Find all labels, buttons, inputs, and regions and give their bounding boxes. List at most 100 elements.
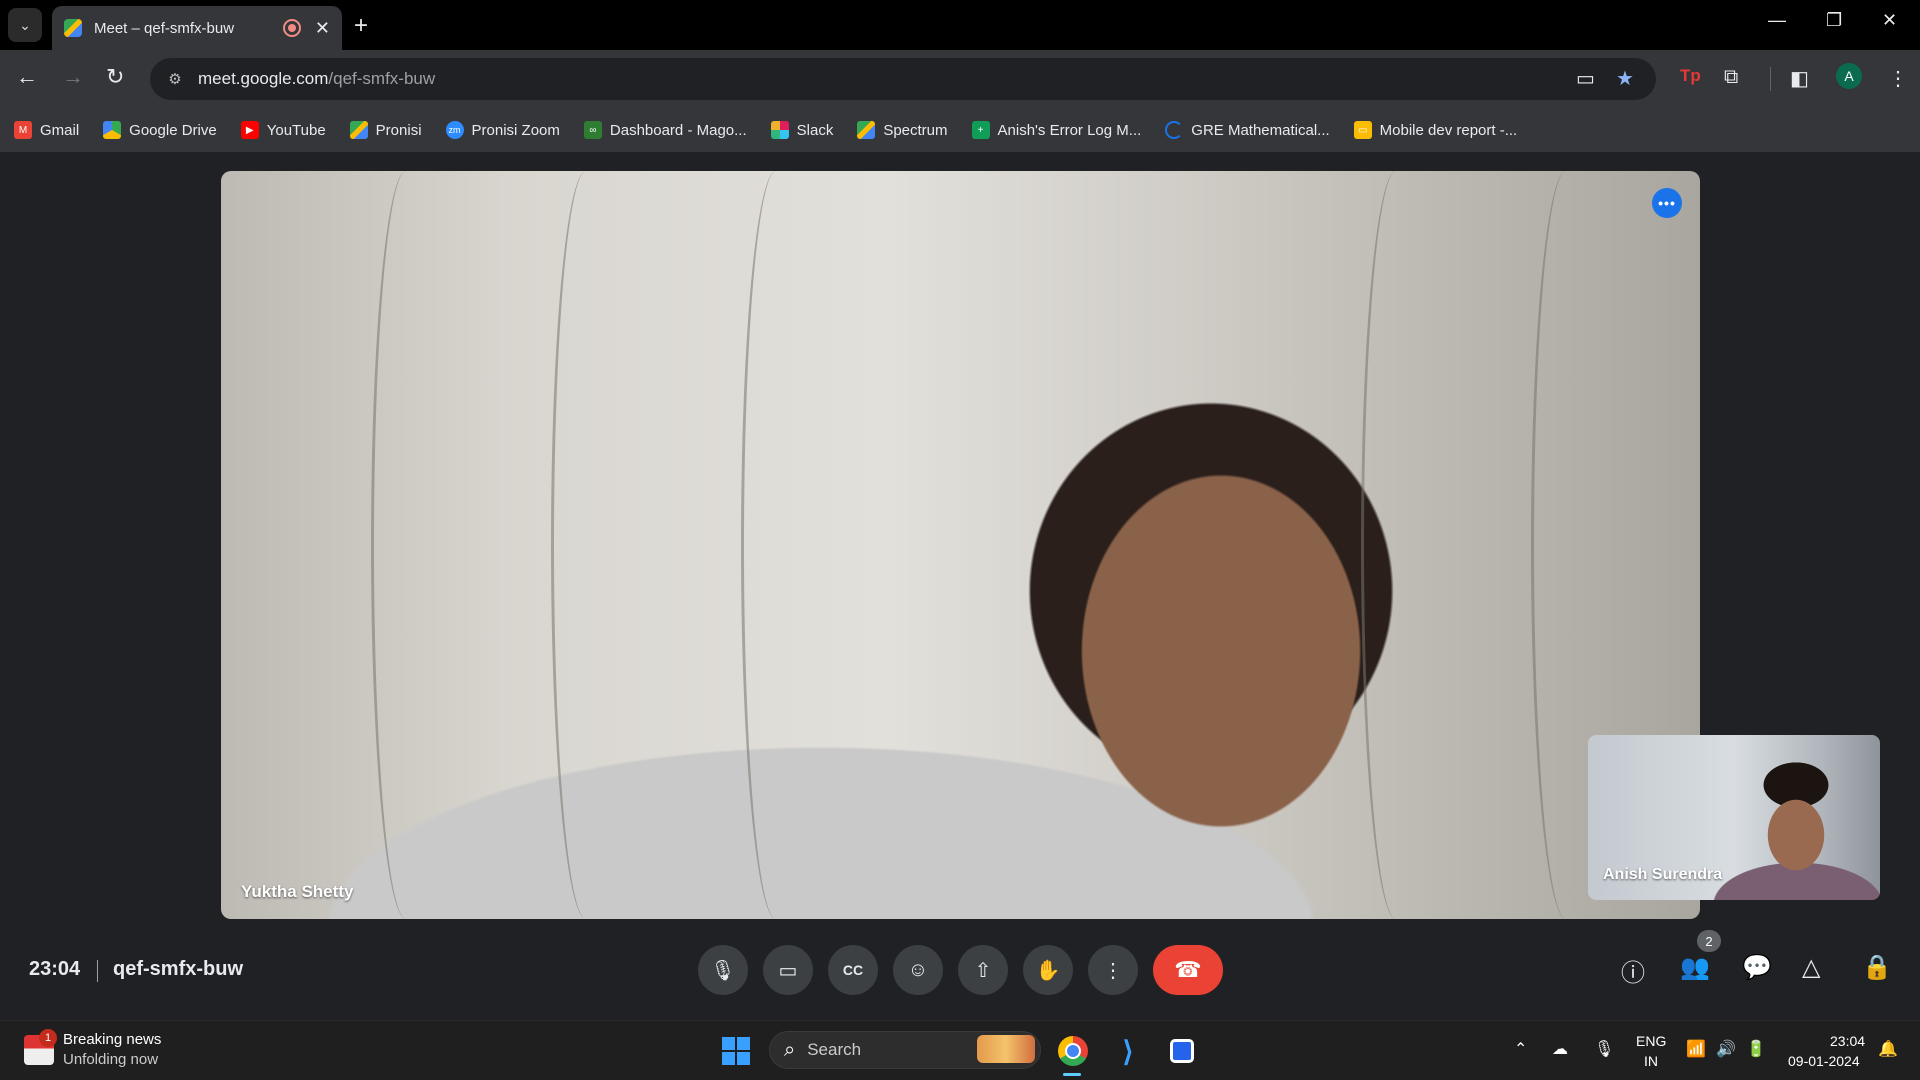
restore-icon[interactable]: ❐ (1826, 10, 1842, 31)
bookmark-youtube[interactable]: ▶ YouTube (240, 121, 326, 139)
raise-hand-button[interactable]: ✋ (1023, 945, 1073, 995)
close-tab-icon[interactable]: ✕ (315, 18, 330, 39)
chevron-down-icon: ⌄ (19, 16, 31, 33)
slack-icon (770, 121, 789, 139)
chat-button[interactable]: 💬 (1742, 953, 1772, 982)
bookmark-pronisi-zoom[interactable]: zm Pronisi Zoom (445, 121, 560, 139)
drive-icon (103, 121, 122, 139)
side-panel-icon[interactable]: ◧ (1790, 66, 1809, 91)
language-indicator[interactable]: ENG (1636, 1033, 1666, 1049)
curtain-pattern (1361, 171, 1431, 919)
minimize-icon[interactable]: — (1768, 10, 1786, 31)
windows-start-icon[interactable] (722, 1037, 750, 1065)
people-icon: 👥 (1680, 954, 1710, 981)
profile-avatar[interactable]: A (1836, 63, 1862, 89)
chat-icon: 💬 (1742, 954, 1772, 981)
taskbar-app[interactable] (1164, 1033, 1200, 1069)
address-bar[interactable]: ⚙ meet.google.com/qef-smfx-buw (150, 58, 1656, 100)
camera-in-use-icon[interactable]: ▭ (1576, 66, 1595, 91)
onedrive-icon[interactable]: ☁ (1552, 1039, 1568, 1059)
search-icon: ⌕ (784, 1038, 796, 1061)
curtain-pattern (741, 171, 811, 919)
clock-date[interactable]: 09-01-2024 (1788, 1053, 1860, 1069)
curtain-pattern (551, 171, 621, 919)
battery-icon[interactable]: 🔋 (1746, 1039, 1766, 1059)
vscode-icon: ⟩ (1122, 1035, 1134, 1067)
search-placeholder: Search (807, 1040, 862, 1059)
gmail-icon: M (14, 121, 32, 139)
tab-meet[interactable]: Meet – qef-smfx-buw ✕ (52, 6, 342, 50)
captions-button[interactable]: CC (828, 945, 878, 995)
participant-options-icon[interactable]: ••• (1652, 188, 1682, 218)
present-screen-icon: ⇧ (974, 959, 992, 982)
hand-icon: ✋ (1035, 959, 1061, 982)
site-info-icon[interactable]: ⚙ (164, 68, 186, 90)
bookmarks-bar: M Gmail Google Drive ▶ YouTube Pronisi zm P… (0, 108, 1920, 152)
search-highlight-art (977, 1035, 1035, 1063)
self-participant-name: Anish Surendra (1603, 866, 1723, 883)
bookmark-pronisi[interactable]: Pronisi (349, 121, 422, 139)
bookmark-google-drive[interactable]: Google Drive (103, 121, 217, 139)
active-app-indicator (1063, 1073, 1081, 1076)
taskbar-vscode[interactable]: ⟩ (1110, 1033, 1146, 1069)
taskbar-chrome[interactable] (1055, 1033, 1091, 1069)
meet-icon (857, 121, 876, 139)
emoji-icon: ☺ (907, 958, 929, 981)
reactions-button[interactable]: ☺ (893, 945, 943, 995)
host-controls-button[interactable]: 🔒 (1862, 953, 1892, 982)
main-participant-name: Yuktha Shetty (241, 882, 354, 901)
more-vert-icon: ⋮ (1103, 959, 1123, 982)
bookmark-star-icon[interactable]: ★ (1616, 66, 1634, 91)
more-options-button[interactable]: ⋮ (1088, 945, 1138, 995)
volume-icon[interactable]: 🔊 (1716, 1039, 1736, 1059)
window-close-icon[interactable]: ✕ (1882, 10, 1897, 31)
dashboard-icon: ∞ (583, 121, 602, 139)
bookmark-gmail[interactable]: M Gmail (14, 121, 79, 139)
activities-button[interactable]: △ (1802, 953, 1820, 982)
meet-favicon-icon (64, 19, 82, 37)
bookmark-spectrum[interactable]: Spectrum (857, 121, 948, 139)
people-button[interactable]: 👥 (1680, 953, 1710, 982)
url-path: /qef-smfx-buw (328, 69, 436, 88)
toolbar-divider (1770, 67, 1771, 91)
menu-kebab-icon[interactable]: ⋮ (1888, 66, 1908, 91)
camera-button[interactable]: ▭ (763, 945, 813, 995)
tab-title: Meet – qef-smfx-buw (94, 19, 235, 37)
show-hidden-icons-icon[interactable]: ⌃ (1514, 1039, 1527, 1059)
bookmark-mobile-dev-report[interactable]: ▭ Mobile dev report -... (1353, 121, 1517, 139)
zoom-icon: zm (445, 121, 464, 139)
clock-time[interactable]: 23:04 (1830, 1033, 1865, 1049)
youtube-icon: ▶ (240, 121, 259, 139)
extensions-puzzle-icon[interactable]: ⧉ (1724, 66, 1738, 89)
back-icon[interactable]: ← (16, 64, 38, 90)
tab-search-button[interactable]: ⌄ (8, 8, 42, 42)
reload-icon[interactable]: ↻ (106, 64, 124, 90)
lock-person-icon: 🔒 (1862, 954, 1892, 981)
browser-toolbar: ← → ↻ ⚙ meet.google.com/qef-smfx-buw ▭ ★… (0, 50, 1920, 108)
recording-indicator-icon (282, 19, 301, 37)
phone-hangup-icon: ☎ (1174, 957, 1202, 982)
main-participant-video[interactable] (221, 171, 1700, 919)
notifications-icon[interactable]: 🔔 (1878, 1039, 1898, 1059)
news-title[interactable]: Breaking news (63, 1031, 161, 1048)
curtain-pattern (371, 171, 441, 919)
bookmark-gre[interactable]: GRE Mathematical... (1165, 121, 1330, 139)
extension-tp-icon[interactable]: Tp (1680, 66, 1701, 86)
loader-icon (1165, 121, 1184, 139)
meeting-info-divider (97, 960, 98, 982)
bookmark-dashboard[interactable]: ∞ Dashboard - Mago... (583, 121, 747, 139)
wifi-icon[interactable]: 📶 (1686, 1039, 1706, 1059)
app-square-icon (1170, 1039, 1194, 1063)
new-tab-button[interactable]: + (354, 12, 368, 40)
bookmark-slack[interactable]: Slack (770, 121, 833, 139)
end-call-button[interactable]: ☎ (1153, 945, 1223, 995)
bookmark-error-log[interactable]: + Anish's Error Log M... (971, 121, 1141, 139)
meeting-code: qef-smfx-buw (113, 958, 243, 980)
slides-icon: ▭ (1353, 121, 1372, 139)
meeting-details-button[interactable]: ⓘ (1621, 953, 1645, 988)
mic-tray-icon[interactable]: 🎙 (1594, 1039, 1614, 1059)
forward-icon[interactable]: → (62, 64, 84, 90)
microphone-button[interactable]: 🎙 (698, 945, 748, 995)
present-screen-button[interactable]: ⇧ (958, 945, 1008, 995)
meet-icon (349, 121, 368, 139)
